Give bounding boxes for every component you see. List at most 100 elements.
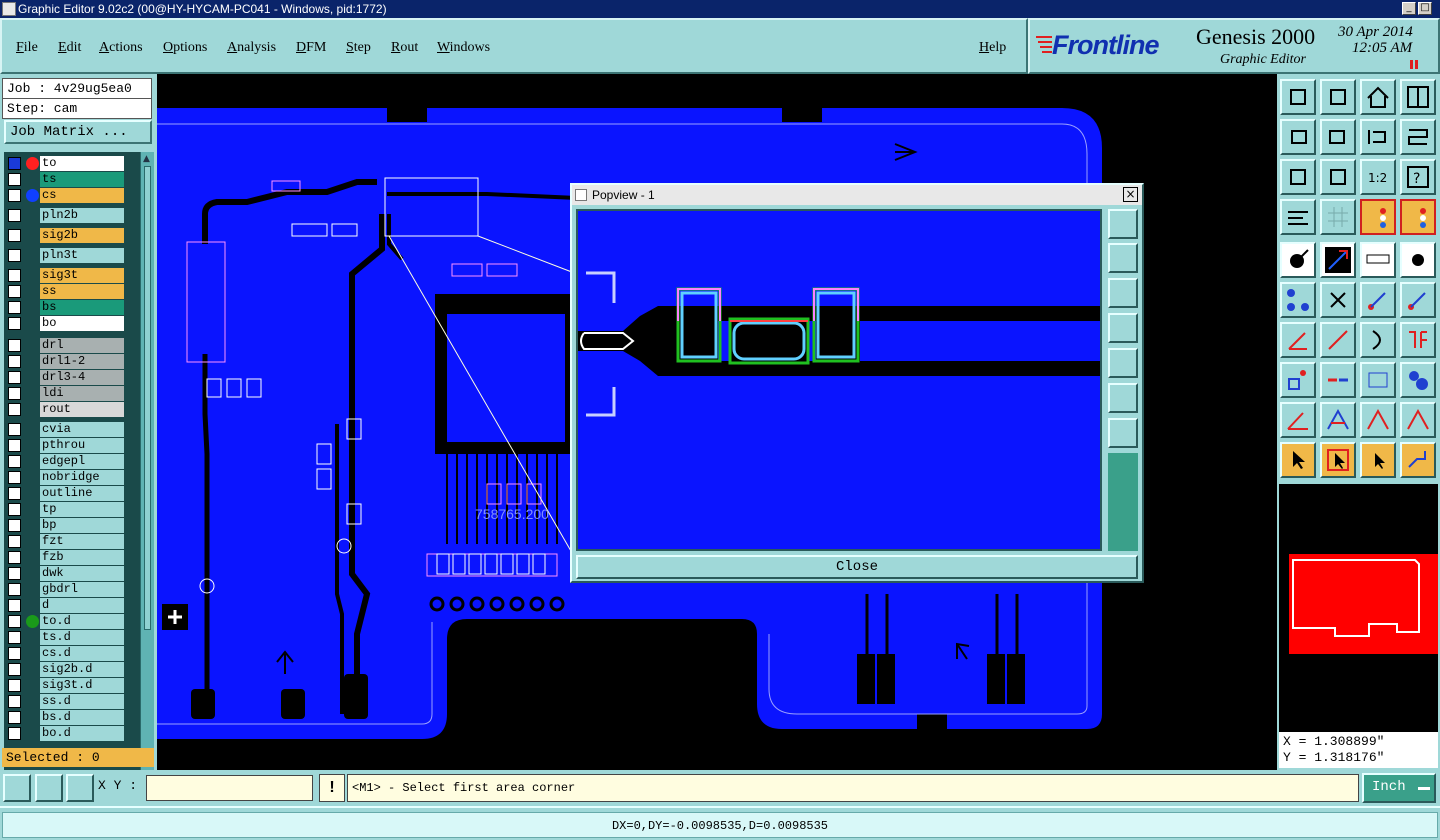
layer-checkbox[interactable] (8, 455, 21, 468)
layer-name[interactable]: ss (40, 284, 124, 299)
layer-row[interactable]: ts.d (6, 630, 124, 645)
layer-name[interactable]: bp (40, 518, 124, 533)
menu-dfm[interactable]: DFM (296, 40, 326, 56)
layer-color-dot[interactable] (26, 157, 39, 170)
zoom-home-icon[interactable] (1280, 79, 1316, 115)
layer-row[interactable]: sig3t (6, 268, 124, 283)
layer-name[interactable]: cvia (40, 422, 124, 437)
layer-checkbox[interactable] (8, 535, 21, 548)
layer-checkbox[interactable] (8, 615, 21, 628)
layer-row[interactable]: to (6, 156, 124, 171)
pan-down-icon[interactable] (1320, 79, 1356, 115)
scroll-thumb[interactable] (144, 166, 151, 630)
layer-row[interactable]: dwk (6, 566, 124, 581)
layer-checkbox[interactable] (8, 157, 21, 170)
layer-name[interactable]: cs (40, 188, 124, 203)
menu-edit[interactable]: Edit (58, 40, 81, 56)
select-polygon-icon[interactable] (1360, 442, 1396, 478)
select-area-icon[interactable] (1320, 442, 1356, 478)
layer-checkbox[interactable] (8, 711, 21, 724)
layer-name[interactable]: ts (40, 172, 124, 187)
copy-icon[interactable] (1400, 282, 1436, 318)
xy-input[interactable] (146, 775, 313, 801)
layer-name[interactable]: drl1-2 (40, 354, 124, 369)
menu-analysis[interactable]: Analysis (227, 40, 276, 56)
layer-checkbox[interactable] (8, 387, 21, 400)
layer-row[interactable]: cvia (6, 422, 124, 437)
grid-snap-icon[interactable] (66, 774, 94, 802)
layer-checkbox[interactable] (8, 423, 21, 436)
layer-row[interactable]: gbdrl (6, 582, 124, 597)
layer-checkbox[interactable] (8, 519, 21, 532)
layer-row[interactable]: bo.d (6, 726, 124, 741)
layer-row[interactable]: tp (6, 502, 124, 517)
layer-checkbox[interactable] (8, 269, 21, 282)
popview-close-icon[interactable]: × (1123, 187, 1138, 202)
layer-checkbox[interactable] (8, 209, 21, 222)
popview-zoom-fit-icon[interactable] (1108, 383, 1138, 413)
slope-icon[interactable] (1320, 322, 1356, 358)
layer-row[interactable]: outline (6, 486, 124, 501)
layer-row[interactable]: drl (6, 338, 124, 353)
layer-checkbox[interactable] (8, 317, 21, 330)
popview-pan-up-icon[interactable] (1108, 243, 1138, 273)
layer-row[interactable]: rout (6, 402, 124, 417)
menu-windows[interactable]: Windows (437, 40, 490, 56)
layer-select-icon[interactable] (1400, 199, 1436, 235)
grid-icon[interactable] (1320, 199, 1356, 235)
popview-close-button[interactable]: Close (576, 555, 1138, 579)
layer-row[interactable]: bs.d (6, 710, 124, 725)
layer-row[interactable]: bo (6, 316, 124, 331)
layer-checkbox[interactable] (8, 355, 21, 368)
layer-row[interactable]: bp (6, 518, 124, 533)
layer-row[interactable]: sig3t.d (6, 678, 124, 693)
help-icon[interactable]: ? (1400, 159, 1436, 195)
layer-name[interactable]: ss.d (40, 694, 124, 709)
popview-zoom-home-icon[interactable] (1108, 209, 1138, 239)
layer-name[interactable]: d (40, 598, 124, 613)
stretch-icon[interactable] (1360, 362, 1396, 398)
layer-checkbox[interactable] (8, 301, 21, 314)
layer-name[interactable]: drl (40, 338, 124, 353)
layer-checkbox[interactable] (8, 189, 21, 202)
job-matrix-button[interactable]: Job Matrix ... (4, 120, 152, 144)
layer-row[interactable]: pthrou (6, 438, 124, 453)
popview-pan-down-icon[interactable] (1108, 278, 1138, 308)
mirror-icon[interactable] (1400, 322, 1436, 358)
sync-icon[interactable] (1400, 119, 1436, 155)
layer-name[interactable]: tp (40, 502, 124, 517)
layer-row[interactable]: drl3-4 (6, 370, 124, 385)
zoom-icon[interactable] (1320, 159, 1356, 195)
layer-checkbox[interactable] (8, 285, 21, 298)
layer-name[interactable]: dwk (40, 566, 124, 581)
layer-row[interactable]: ldi (6, 386, 124, 401)
layer-name[interactable]: fzt (40, 534, 124, 549)
scroll-up-icon[interactable]: ▲ (143, 154, 150, 164)
arc-contour-icon[interactable] (1360, 402, 1396, 438)
layer-row[interactable]: fzt (6, 534, 124, 549)
layer-name[interactable]: edgepl (40, 454, 124, 469)
layer-name[interactable]: bo (40, 316, 124, 331)
layer-checkbox[interactable] (8, 663, 21, 676)
zoom-fit-icon[interactable] (1280, 159, 1316, 195)
layer-row[interactable]: ts (6, 172, 124, 187)
layer-row[interactable]: drl1-2 (6, 354, 124, 369)
layer-name[interactable]: sig2b.d (40, 662, 124, 677)
display-settings-icon[interactable] (1280, 199, 1316, 235)
select-net-icon[interactable] (1400, 442, 1436, 478)
delete-icon[interactable] (1320, 282, 1356, 318)
layer-checkbox[interactable] (8, 249, 21, 262)
scale-1-2-icon[interactable]: 1:2 (1360, 159, 1396, 195)
layer-name[interactable]: bs.d (40, 710, 124, 725)
chamfer-icon[interactable] (1320, 402, 1356, 438)
layer-row[interactable]: ss.d (6, 694, 124, 709)
layer-name[interactable]: ts.d (40, 630, 124, 645)
split-icon[interactable] (1320, 362, 1356, 398)
menu-help[interactable]: Help (979, 40, 1006, 56)
layer-checkbox[interactable] (8, 371, 21, 384)
layer-row[interactable]: fzb (6, 550, 124, 565)
layer-row[interactable]: cs.d (6, 646, 124, 661)
minimize-button[interactable]: _ (1402, 2, 1416, 15)
layer-name[interactable]: fzb (40, 550, 124, 565)
layer-name[interactable]: to.d (40, 614, 124, 629)
